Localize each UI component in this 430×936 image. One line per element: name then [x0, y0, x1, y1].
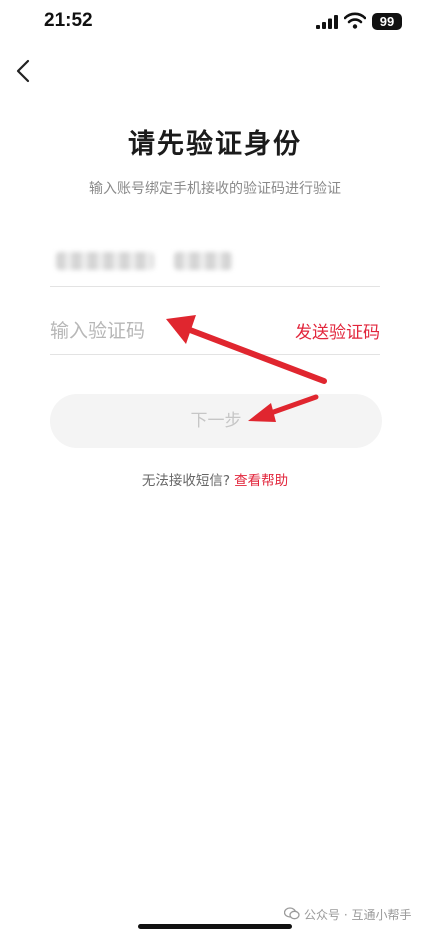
next-step-button[interactable]: 下一步: [50, 394, 382, 448]
help-row: 无法接收短信? 查看帮助: [0, 469, 430, 489]
watermark-text: 公众号 · 互通小帮手: [304, 908, 412, 922]
blurred-phone-prefix: [56, 252, 154, 270]
battery-indicator: 99: [372, 13, 402, 30]
help-prompt: 无法接收短信?: [141, 473, 231, 489]
verification-code-row: 发送验证码: [50, 306, 380, 355]
verification-code-input[interactable]: [50, 314, 270, 348]
status-time: 21:52: [44, 10, 93, 31]
wechat-icon: [283, 906, 300, 923]
chevron-left-icon: [16, 59, 30, 83]
watermark: 公众号 · 互通小帮手: [283, 906, 412, 923]
page-title: 请先验证身份: [128, 129, 302, 160]
home-indicator[interactable]: [138, 924, 292, 929]
send-code-button[interactable]: 发送验证码: [295, 318, 380, 343]
blurred-phone-suffix: [174, 252, 232, 270]
back-button[interactable]: [12, 56, 38, 86]
wifi-icon: [343, 12, 367, 33]
status-bar: 21:52 99: [0, 0, 430, 46]
cellular-signal-icon: [316, 14, 338, 33]
phone-number-field: [50, 236, 380, 287]
page-subtitle: 输入账号绑定手机接收的验证码进行验证: [89, 181, 341, 197]
view-help-link[interactable]: 查看帮助: [234, 473, 288, 489]
